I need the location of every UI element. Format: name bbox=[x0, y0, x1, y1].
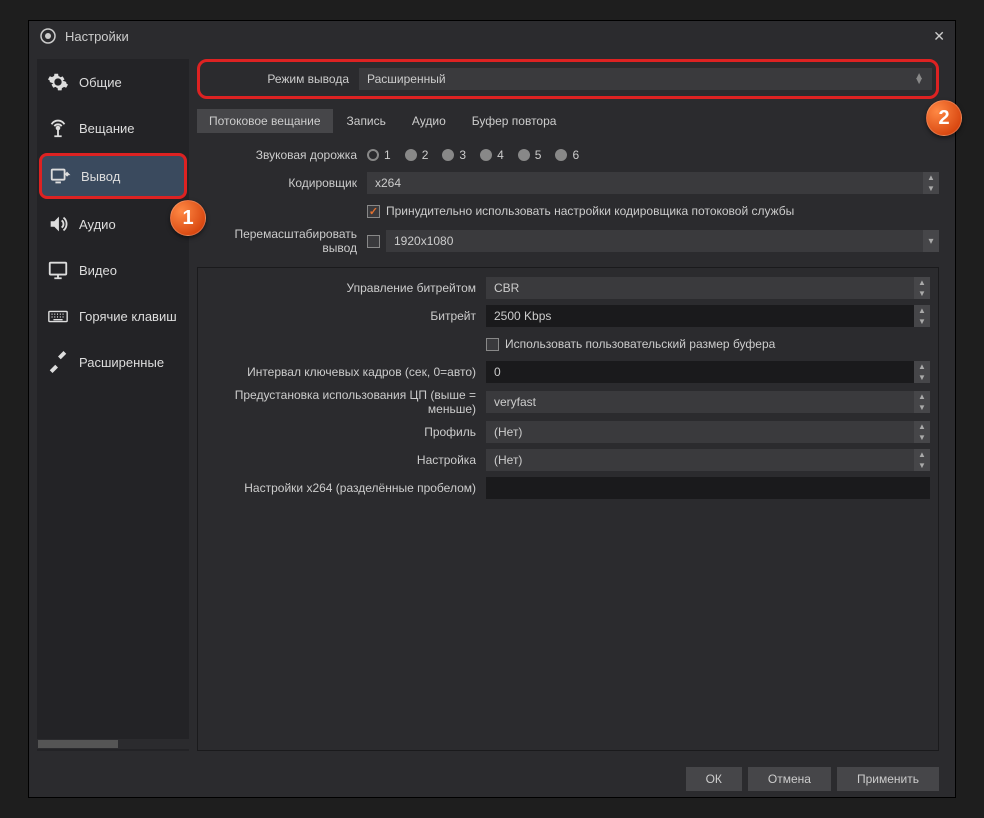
sidebar-item-label: Вещание bbox=[79, 121, 135, 136]
output-mode-select[interactable]: Расширенный ▲▼ bbox=[359, 68, 932, 90]
cpu-preset-label: Предустановка использования ЦП (выше = м… bbox=[206, 388, 486, 416]
tune-label: Настройка bbox=[206, 453, 486, 467]
bitrate-input[interactable]: 2500 Kbps bbox=[486, 305, 914, 327]
annotation-badge-2: 2 bbox=[926, 100, 962, 136]
chevron-updown-icon[interactable]: ▲▼ bbox=[914, 277, 930, 299]
audio-track-radios: 1 2 3 4 5 6 bbox=[367, 148, 579, 162]
antenna-icon bbox=[47, 117, 69, 139]
rescale-label: Перемасштабировать вывод bbox=[197, 227, 367, 255]
x264opts-row: Настройки x264 (разделённые пробелом) bbox=[206, 476, 930, 500]
keyboard-icon bbox=[47, 305, 69, 327]
cpu-preset-row: Предустановка использования ЦП (выше = м… bbox=[206, 388, 930, 416]
audio-track-row: Звуковая дорожка 1 2 3 4 5 6 bbox=[197, 143, 939, 167]
rate-control-label: Управление битрейтом bbox=[206, 281, 486, 295]
profile-select[interactable]: (Нет) bbox=[486, 421, 914, 443]
content: Общие Вещание Вывод Аудио Видео Горячие … bbox=[29, 51, 955, 759]
custom-buffer-checkbox[interactable]: Использовать пользовательский размер буф… bbox=[486, 337, 775, 351]
sidebar-item-video[interactable]: Видео bbox=[37, 247, 189, 293]
tab-recording[interactable]: Запись bbox=[335, 109, 398, 133]
output-mode-label: Режим вывода bbox=[204, 72, 359, 86]
tab-streaming[interactable]: Потоковое вещание bbox=[197, 109, 333, 133]
gear-icon bbox=[47, 71, 69, 93]
annotation-badge-1: 1 bbox=[170, 200, 206, 236]
dialog-footer: ОК Отмена Применить bbox=[29, 759, 955, 799]
settings-window: Настройки ✕ Общие Вещание Вывод Аудио bbox=[28, 20, 956, 798]
radio-track-6[interactable]: 6 bbox=[555, 148, 579, 162]
sidebar-item-stream[interactable]: Вещание bbox=[37, 105, 189, 151]
encoder-row: Кодировщик x264 ▲▼ bbox=[197, 171, 939, 195]
keyframe-row: Интервал ключевых кадров (сек, 0=авто) 0… bbox=[206, 360, 930, 384]
sidebar-scrollbar[interactable] bbox=[37, 739, 189, 749]
sidebar-item-label: Расширенные bbox=[79, 355, 164, 370]
chevron-updown-icon[interactable]: ▲▼ bbox=[914, 361, 930, 383]
apply-button[interactable]: Применить bbox=[837, 767, 939, 791]
encoder-label: Кодировщик bbox=[197, 176, 367, 190]
chevron-updown-icon[interactable]: ▲▼ bbox=[923, 172, 939, 194]
bitrate-label: Битрейт bbox=[206, 309, 486, 323]
encoder-settings-group: Управление битрейтом CBR ▲▼ Битрейт 2500… bbox=[197, 267, 939, 751]
enforce-checkbox[interactable]: Принудительно использовать настройки код… bbox=[367, 204, 794, 218]
radio-track-4[interactable]: 4 bbox=[480, 148, 504, 162]
main-panel: Режим вывода Расширенный ▲▼ Потоковое ве… bbox=[189, 59, 947, 751]
rescale-row: Перемасштабировать вывод 1920x1080 ▾ bbox=[197, 227, 939, 255]
sidebar-item-label: Общие bbox=[79, 75, 122, 90]
rescale-checkbox[interactable] bbox=[367, 235, 380, 248]
chevron-updown-icon[interactable]: ▲▼ bbox=[914, 421, 930, 443]
tab-replay-buffer[interactable]: Буфер повтора bbox=[460, 109, 569, 133]
sidebar: Общие Вещание Вывод Аудио Видео Горячие … bbox=[37, 59, 189, 751]
app-icon bbox=[39, 27, 57, 45]
chevron-down-icon: ▾ bbox=[923, 230, 939, 252]
bitrate-row: Битрейт 2500 Kbps ▲▼ bbox=[206, 304, 930, 328]
titlebar: Настройки ✕ bbox=[29, 21, 955, 51]
cpu-preset-select[interactable]: veryfast bbox=[486, 391, 914, 413]
tune-select[interactable]: (Нет) bbox=[486, 449, 914, 471]
sidebar-item-label: Вывод bbox=[81, 169, 120, 184]
tune-row: Настройка (Нет) ▲▼ bbox=[206, 448, 930, 472]
checkbox-icon bbox=[367, 205, 380, 218]
keyframe-label: Интервал ключевых кадров (сек, 0=авто) bbox=[206, 365, 486, 379]
sidebar-item-audio[interactable]: Аудио bbox=[37, 201, 189, 247]
radio-track-3[interactable]: 3 bbox=[442, 148, 466, 162]
profile-row: Профиль (Нет) ▲▼ bbox=[206, 420, 930, 444]
rescale-input: 1920x1080 bbox=[386, 230, 923, 252]
audio-track-label: Звуковая дорожка bbox=[197, 148, 367, 162]
chevron-updown-icon: ▲▼ bbox=[914, 74, 924, 84]
radio-track-2[interactable]: 2 bbox=[405, 148, 429, 162]
chevron-updown-icon[interactable]: ▲▼ bbox=[914, 305, 930, 327]
radio-track-5[interactable]: 5 bbox=[518, 148, 542, 162]
sidebar-item-hotkeys[interactable]: Горячие клавиш bbox=[37, 293, 189, 339]
output-mode-row: Режим вывода Расширенный ▲▼ bbox=[197, 59, 939, 99]
x264opts-label: Настройки x264 (разделённые пробелом) bbox=[206, 481, 486, 495]
keyframe-input[interactable]: 0 bbox=[486, 361, 914, 383]
enforce-row: Принудительно использовать настройки код… bbox=[197, 199, 939, 223]
sidebar-item-label: Аудио bbox=[79, 217, 116, 232]
rate-control-row: Управление битрейтом CBR ▲▼ bbox=[206, 276, 930, 300]
ok-button[interactable]: ОК bbox=[686, 767, 742, 791]
tools-icon bbox=[47, 351, 69, 373]
window-title: Настройки bbox=[65, 29, 129, 44]
profile-label: Профиль bbox=[206, 425, 486, 439]
cancel-button[interactable]: Отмена bbox=[748, 767, 831, 791]
sidebar-item-label: Горячие клавиш bbox=[79, 309, 177, 324]
custom-buffer-row: Использовать пользовательский размер буф… bbox=[206, 332, 930, 356]
sidebar-item-label: Видео bbox=[79, 263, 117, 278]
speaker-icon bbox=[47, 213, 69, 235]
close-icon[interactable]: ✕ bbox=[933, 28, 945, 45]
tabs: Потоковое вещание Запись Аудио Буфер пов… bbox=[197, 109, 939, 133]
output-icon bbox=[49, 165, 71, 187]
encoder-select[interactable]: x264 bbox=[367, 172, 923, 194]
sidebar-item-general[interactable]: Общие bbox=[37, 59, 189, 105]
sidebar-item-advanced[interactable]: Расширенные bbox=[37, 339, 189, 385]
rate-control-select[interactable]: CBR bbox=[486, 277, 914, 299]
sidebar-item-output[interactable]: Вывод bbox=[39, 153, 187, 199]
chevron-updown-icon[interactable]: ▲▼ bbox=[914, 449, 930, 471]
tab-audio[interactable]: Аудио bbox=[400, 109, 458, 133]
monitor-icon bbox=[47, 259, 69, 281]
checkbox-icon bbox=[486, 338, 499, 351]
x264opts-input[interactable] bbox=[486, 477, 930, 499]
radio-track-1[interactable]: 1 bbox=[367, 148, 391, 162]
chevron-updown-icon[interactable]: ▲▼ bbox=[914, 391, 930, 413]
